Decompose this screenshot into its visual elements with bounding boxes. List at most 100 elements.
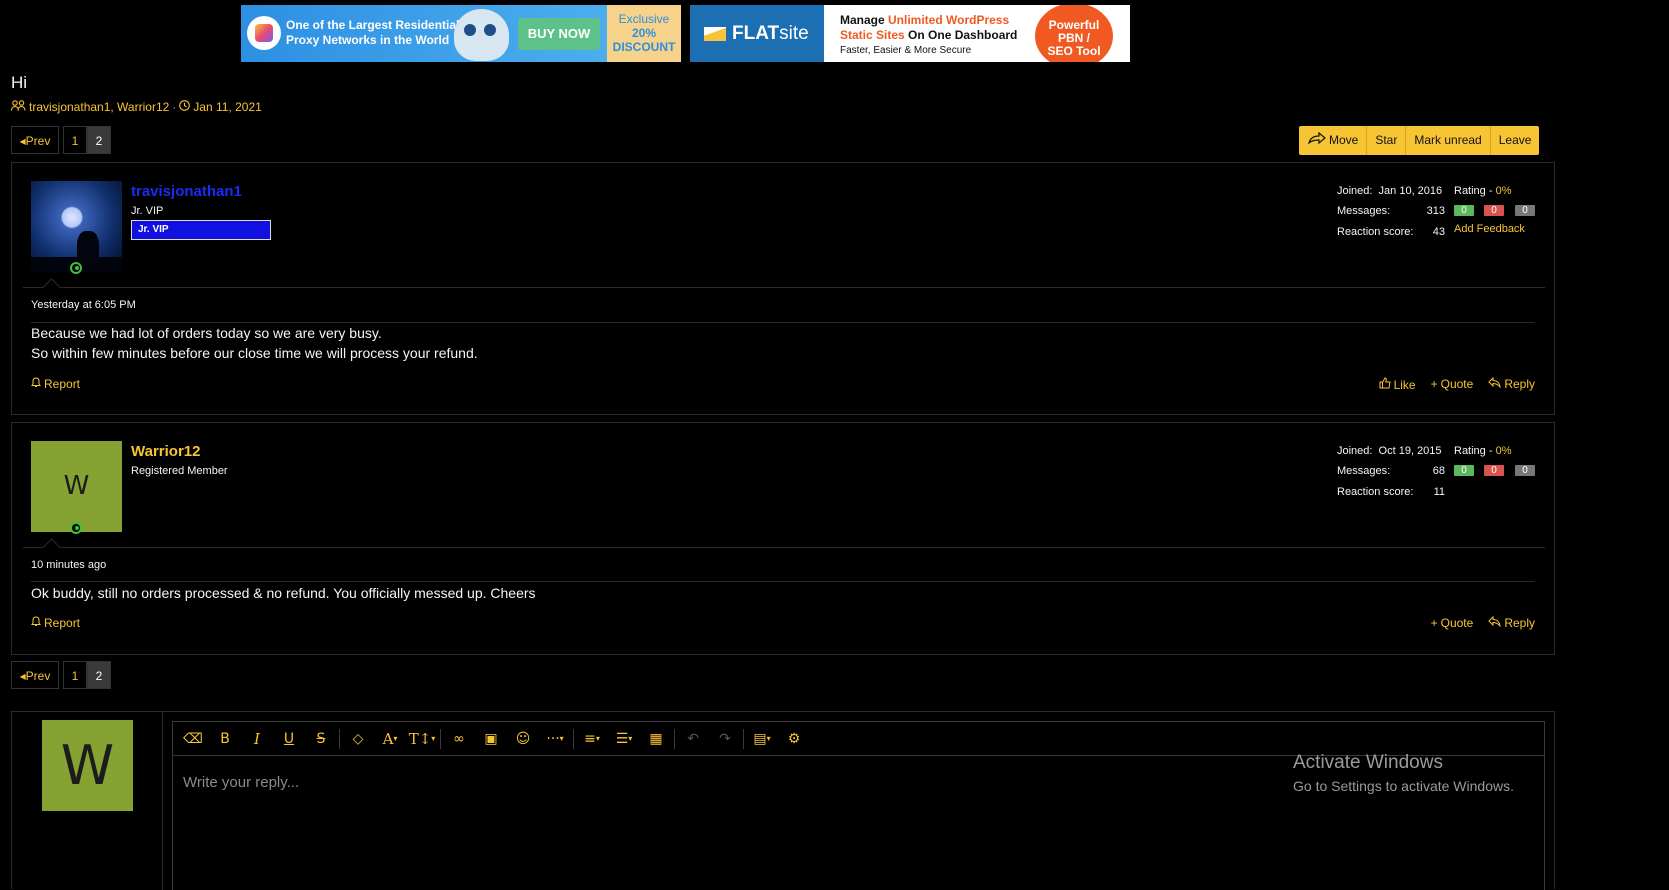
report-label: Report: [44, 616, 81, 630]
redo-icon[interactable]: ↷: [709, 725, 741, 753]
rating-label: Rating -: [1454, 445, 1496, 457]
participants-icon: [10, 100, 26, 114]
post-body-line: Because we had lot of orders today so we…: [31, 325, 382, 341]
list-icon[interactable]: ☰ ▾: [608, 725, 640, 753]
strikethrough-icon[interactable]: S: [305, 725, 337, 753]
avatar-letter[interactable]: W: [31, 441, 122, 532]
page-2-current[interactable]: 2: [87, 661, 111, 689]
table-icon[interactable]: ▦: [640, 725, 672, 753]
user-rating: Rating - 0%: [1454, 445, 1511, 457]
post-header-divider: [23, 547, 1545, 548]
reply-label: Reply: [1504, 377, 1535, 391]
neutral-feedback-count[interactable]: 0: [1515, 465, 1535, 476]
smiley-icon[interactable]: ☺: [507, 725, 539, 753]
italic-icon[interactable]: I: [241, 725, 273, 753]
font-size-icon[interactable]: T↕ ▾: [406, 725, 438, 753]
post-pointer: [42, 538, 61, 557]
report-link[interactable]: Report: [31, 377, 80, 391]
positive-feedback-count[interactable]: 0: [1454, 205, 1474, 216]
online-status-icon: [70, 522, 82, 534]
post-header-divider: [23, 287, 1545, 288]
post-timestamp[interactable]: Yesterday at 6:05 PM: [31, 299, 136, 311]
messages-label: Messages:: [1337, 465, 1391, 477]
post-timestamp[interactable]: 10 minutes ago: [31, 559, 106, 571]
quote-button[interactable]: + Quote: [1431, 616, 1474, 630]
align-icon[interactable]: ≡ ▾: [576, 725, 608, 753]
flatsite-line1-a: Manage: [840, 13, 889, 27]
pagination-bottom: ◂Prev 1 2: [11, 661, 111, 689]
discount-line-3: DISCOUNT: [612, 40, 676, 54]
reply-button[interactable]: Reply: [1488, 376, 1535, 392]
underline-icon[interactable]: U: [273, 725, 305, 753]
username-link[interactable]: travisjonathan1: [131, 183, 242, 200]
post-body-line: Ok buddy, still no orders processed & no…: [31, 585, 536, 601]
flatsite-ad-banner[interactable]: FLATsite Manage Unlimited WordPress Stat…: [690, 5, 1130, 62]
reply-arrow-icon: [1488, 376, 1502, 391]
save-draft-icon[interactable]: ▤ ▾: [746, 725, 778, 753]
flatsite-ad-text: Manage Unlimited WordPress Static Sites …: [840, 13, 1017, 58]
joined-label: Joined:: [1337, 185, 1373, 197]
reaction-value: 11: [1433, 486, 1445, 498]
messages-value[interactable]: 68: [1425, 465, 1445, 477]
gear-icon[interactable]: ⚙: [778, 725, 810, 753]
reply-input[interactable]: Write your reply...: [183, 774, 299, 791]
positive-feedback-count[interactable]: 0: [1454, 465, 1474, 476]
text-color-icon[interactable]: ◇: [342, 725, 374, 753]
flatsite-brand-bold: FLAT: [732, 23, 780, 44]
reply-button[interactable]: Reply: [1488, 615, 1535, 630]
quick-reply: W ⌫ B I U S ◇ A ▾ T↕ ▾ ∞ ▣ ☺ ··· ▾ ≡ ▾ ☰ ▾ ▦ …: [11, 711, 1555, 890]
reaction-label: Reaction score:: [1337, 226, 1414, 238]
prev-page-button[interactable]: ◂Prev: [11, 661, 59, 689]
joined-label: Joined:: [1337, 445, 1373, 457]
flatsite-line2-b: On One Dashboard: [904, 28, 1018, 42]
thread-title: Hi: [11, 73, 28, 92]
neutral-feedback-count[interactable]: 0: [1515, 205, 1535, 216]
flatsite-line2-a: Static Sites: [840, 28, 905, 42]
negative-feedback-count[interactable]: 0: [1484, 465, 1504, 476]
star-button[interactable]: Star: [1366, 126, 1405, 155]
quote-label: Quote: [1440, 377, 1474, 391]
link-icon[interactable]: ∞: [443, 725, 475, 753]
eraser-icon[interactable]: ⌫: [177, 725, 209, 753]
messages-value[interactable]: 313: [1425, 205, 1445, 217]
undo-icon[interactable]: ↶: [677, 725, 709, 753]
quote-label: Quote: [1440, 616, 1474, 630]
bold-icon[interactable]: B: [209, 725, 241, 753]
page-1-link[interactable]: 1: [63, 126, 87, 154]
reply-arrow-icon: [1488, 615, 1502, 630]
report-link[interactable]: Report: [31, 616, 80, 630]
more-options-icon[interactable]: ··· ▾: [539, 725, 571, 753]
page-1-link[interactable]: 1: [63, 661, 87, 689]
font-family-icon[interactable]: A ▾: [374, 725, 406, 753]
prev-page-button[interactable]: ◂Prev: [11, 126, 59, 154]
username-link[interactable]: Warrior12: [131, 443, 200, 460]
add-feedback-link[interactable]: Add Feedback: [1454, 223, 1525, 235]
avatar-wolf-moon[interactable]: [31, 181, 122, 272]
pbn-seo-badge: Powerful PBN / SEO Tool: [1035, 5, 1113, 62]
buy-now-button[interactable]: BUY NOW: [518, 18, 600, 50]
quote-button[interactable]: + Quote: [1431, 377, 1474, 392]
joined-value: Jan 10, 2016: [1378, 185, 1443, 197]
like-label: Like: [1393, 378, 1416, 392]
thread-date[interactable]: Jan 11, 2021: [193, 100, 262, 114]
toolbar-separator: [573, 728, 574, 749]
prev-label: Prev: [25, 134, 51, 148]
post-actions: + Quote Reply: [1431, 615, 1535, 630]
thread-participants[interactable]: travisjonathan1, Warrior12: [29, 100, 169, 114]
joined-value: Oct 19, 2015: [1378, 445, 1442, 457]
image-icon[interactable]: ▣: [475, 725, 507, 753]
leave-button[interactable]: Leave: [1489, 126, 1540, 155]
post-pointer: [42, 278, 61, 297]
flatsite-mark-icon: [704, 26, 726, 41]
post-body: Ok buddy, still no orders processed & no…: [31, 583, 536, 603]
page-2-current[interactable]: 2: [87, 126, 111, 154]
proxy-ad-banner[interactable]: One of the Largest Residential Proxy Net…: [241, 5, 681, 62]
rating-percent: 0%: [1495, 185, 1512, 197]
post-warrior12: W Warrior12 Registered Member Joined: Oc…: [11, 422, 1555, 655]
mark-unread-button[interactable]: Mark unread: [1405, 126, 1489, 155]
like-button[interactable]: Like: [1379, 377, 1416, 392]
watermark-subtitle: Go to Settings to activate Windows.: [1293, 778, 1514, 794]
move-button[interactable]: Move: [1299, 126, 1366, 155]
negative-feedback-count[interactable]: 0: [1484, 205, 1504, 216]
user-title: Registered Member: [131, 465, 228, 477]
